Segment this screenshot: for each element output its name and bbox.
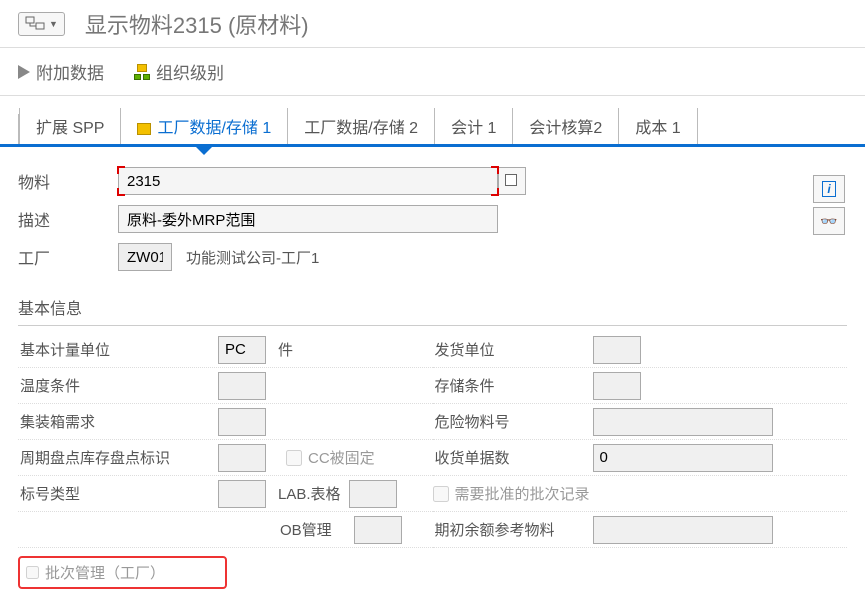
description-input[interactable] [118, 205, 498, 233]
page-title: 显示物料2315 (原材料) [85, 8, 309, 40]
storage-cond-label: 存储条件 [433, 375, 593, 396]
cc-fixed-checkbox [286, 450, 302, 466]
additional-data-button[interactable]: 附加数据 [18, 59, 104, 84]
ob-mgmt-label: OB管理 [280, 519, 332, 540]
object-services-icon [25, 16, 47, 32]
glasses-icon: 👓 [820, 213, 837, 230]
cycle-count-input[interactable] [218, 444, 266, 472]
gr-slips-input[interactable] [593, 444, 773, 472]
base-uom-input[interactable] [218, 336, 266, 364]
org-icon [134, 64, 150, 80]
glasses-button[interactable]: 👓 [813, 207, 845, 235]
base-uom-desc: 件 [278, 339, 293, 360]
info-button[interactable]: i [813, 175, 845, 203]
material-label: 物料 [18, 169, 118, 193]
issue-unit-input[interactable] [593, 336, 641, 364]
ob-mgmt-input[interactable] [354, 516, 402, 544]
org-levels-label: 组织级别 [156, 59, 224, 84]
plant-name-text: 功能测试公司-工厂1 [186, 247, 319, 268]
object-services-button[interactable]: ▼ [18, 12, 65, 36]
batch-mgmt-checkbox [26, 566, 39, 579]
init-balance-input[interactable] [593, 516, 773, 544]
temp-cond-input[interactable] [218, 372, 266, 400]
org-levels-button[interactable]: 组织级别 [134, 59, 224, 84]
base-uom-label: 基本计量单位 [18, 339, 218, 360]
container-req-input[interactable] [218, 408, 266, 436]
init-balance-label: 期初余额参考物料 [433, 519, 593, 540]
label-type-label: 标号类型 [18, 483, 218, 504]
additional-data-label: 附加数据 [36, 59, 104, 84]
tab-active-icon [137, 123, 151, 135]
approved-batch-label: 需要批准的批次记录 [455, 483, 590, 504]
form-area: 物料 描述 工厂 功能测试公司-工厂1 i 👓 基本信息 基本计量单位 件 [0, 147, 865, 607]
tab-plant-storage-1[interactable]: 工厂数据/存储 1 [120, 108, 287, 144]
material-input[interactable] [118, 167, 498, 195]
lab-form-input[interactable] [349, 480, 397, 508]
tab-plant-storage-2[interactable]: 工厂数据/存储 2 [287, 108, 434, 144]
storage-cond-input[interactable] [593, 372, 641, 400]
arrow-right-icon [18, 65, 30, 79]
temp-cond-label: 温度条件 [18, 375, 218, 396]
container-req-label: 集装箱需求 [18, 411, 218, 432]
basic-info-section-header: 基本信息 [18, 289, 847, 326]
label-type-input[interactable] [218, 480, 266, 508]
batch-mgmt-label: 批次管理（工厂） [45, 562, 165, 583]
value-help-icon [507, 176, 517, 186]
approved-batch-checkbox [433, 486, 449, 502]
issue-unit-label: 发货单位 [433, 339, 593, 360]
window-header: ▼ 显示物料2315 (原材料) [0, 0, 865, 48]
plant-label: 工厂 [18, 245, 118, 269]
tab-accounting-2[interactable]: 会计核算2 [512, 108, 618, 144]
plant-code-input[interactable] [118, 243, 172, 271]
tabstrip: 扩展 SPP 工厂数据/存储 1 工厂数据/存储 2 会计 1 会计核算2 成本… [0, 96, 865, 147]
cycle-count-label: 周期盘点库存盘点标识 [18, 447, 218, 468]
hazmat-input[interactable] [593, 408, 773, 436]
cc-fixed-label: CC被固定 [308, 447, 375, 468]
description-label: 描述 [18, 207, 118, 231]
toolbar: 附加数据 组织级别 [0, 48, 865, 96]
tab-spp[interactable]: 扩展 SPP [19, 108, 120, 144]
material-value-help-button[interactable] [498, 167, 526, 195]
info-icon: i [822, 181, 836, 197]
lab-form-label: LAB.表格 [278, 483, 341, 504]
tab-accounting-1[interactable]: 会计 1 [434, 108, 512, 144]
batch-mgmt-highlight: 批次管理（工厂） [18, 556, 227, 589]
tab-costing-1[interactable]: 成本 1 [618, 108, 697, 144]
hazmat-label: 危险物料号 [433, 411, 593, 432]
gr-slips-label: 收货单据数 [433, 447, 593, 468]
